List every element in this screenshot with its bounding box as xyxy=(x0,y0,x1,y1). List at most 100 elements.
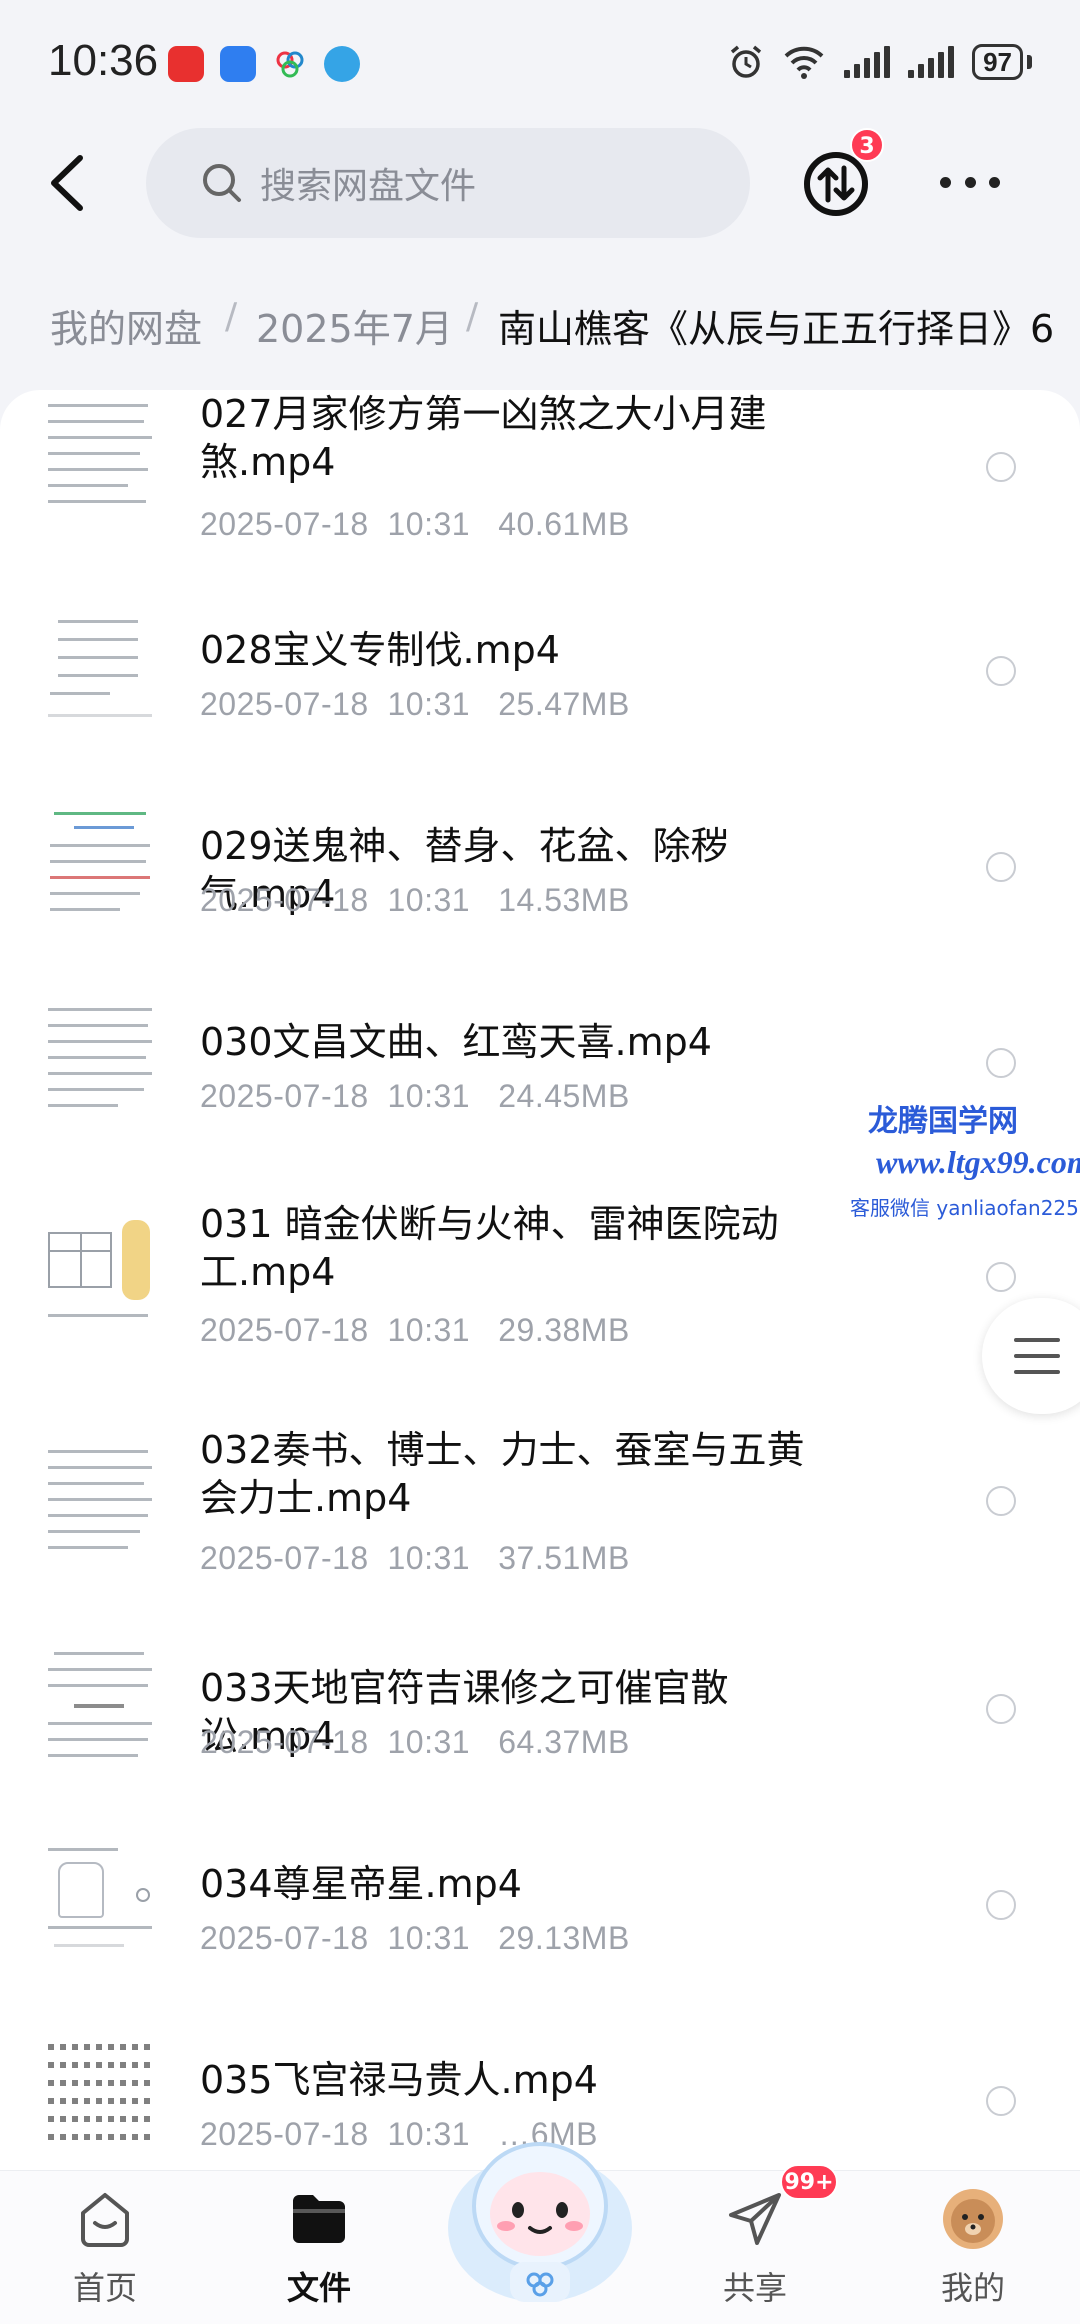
file-time: 10:31 xyxy=(387,506,471,542)
select-radio[interactable] xyxy=(986,656,1016,686)
transfer-badge: 3 xyxy=(850,128,884,162)
file-size: 29.38MB xyxy=(498,1312,630,1348)
more-dot-icon xyxy=(964,176,976,188)
file-name: 027月家修方第一凶煞之大小月建煞.mp4 xyxy=(200,392,767,484)
select-radio[interactable] xyxy=(986,852,1016,882)
app-icon-flower xyxy=(272,46,308,82)
file-size: 24.45MB xyxy=(498,1078,630,1114)
file-date: 2025-07-18 xyxy=(200,1540,369,1576)
file-date: 2025-07-18 xyxy=(200,2116,369,2152)
menu-line-icon xyxy=(1014,1338,1060,1342)
home-icon xyxy=(81,2193,129,2247)
file-name: 035飞宫禄马贵人.mp4 xyxy=(200,2058,598,2102)
more-dot-icon xyxy=(940,176,951,188)
file-size: 25.47MB xyxy=(498,686,630,722)
select-radio[interactable] xyxy=(986,1048,1016,1078)
file-date: 2025-07-18 xyxy=(200,506,369,542)
search-icon xyxy=(203,164,241,202)
signal-icon-2 xyxy=(908,46,955,78)
select-radio[interactable] xyxy=(986,1486,1016,1516)
file-size: 64.37MB xyxy=(498,1724,630,1760)
file-meta: 2025-07-18 10:31 29.13MB xyxy=(200,1920,630,1957)
battery-level: 97 xyxy=(972,44,1023,80)
file-time: 10:31 xyxy=(387,686,471,722)
select-radio[interactable] xyxy=(986,2086,1016,2116)
watermark-url: www.ltgx99.com xyxy=(876,1144,1080,1180)
file-thumbnail xyxy=(44,1216,156,1334)
more-options-button[interactable] xyxy=(940,170,1000,194)
file-date: 2025-07-18 xyxy=(200,1724,369,1760)
alarm-icon xyxy=(730,45,762,78)
file-thumbnail xyxy=(44,1840,156,1958)
status-time: 10:36 xyxy=(48,36,159,85)
tab-mine-label: 我的 xyxy=(940,2269,1005,2307)
watermark-title: 龙腾国学网 xyxy=(868,1104,1018,1139)
file-row[interactable]: 032奏书、博士、力士、蚕室与五黄会力士.mp4 2025-07-18 10:3… xyxy=(0,1422,1080,1612)
status-bar: 10:36 97 xyxy=(0,0,1080,120)
file-meta: 2025-07-18 10:31 64.37MB xyxy=(200,1724,630,1761)
search-input[interactable]: 搜索网盘文件 xyxy=(146,128,750,238)
file-thumbnail xyxy=(44,606,156,724)
signal-icon xyxy=(844,46,891,78)
select-radio[interactable] xyxy=(986,1694,1016,1724)
tab-share-label: 共享 xyxy=(722,2269,787,2307)
avatar-icon xyxy=(943,2189,1003,2249)
file-name: 032奏书、博士、力士、蚕室与五黄会力士.mp4 xyxy=(200,1428,805,1520)
select-radio[interactable] xyxy=(986,1890,1016,1920)
file-row[interactable]: 033天地官符吉课修之可催官散讼.mp4 2025-07-18 10:31 64… xyxy=(0,1644,1080,1794)
mascot-icon xyxy=(448,2142,632,2302)
file-name: 030文昌文曲、红鸾天喜.mp4 xyxy=(200,1020,712,1064)
huawei-store-icon xyxy=(168,46,204,82)
assistant-mascot-button[interactable] xyxy=(440,2110,640,2310)
file-date: 2025-07-18 xyxy=(200,1078,369,1114)
tab-files[interactable]: 文件 xyxy=(244,2171,394,2324)
file-name: 031 暗金伏断与火神、雷神医院动工.mp4 xyxy=(200,1202,779,1294)
file-thumbnail xyxy=(44,390,156,520)
breadcrumb-separator: / xyxy=(225,296,238,337)
share-badge: 99+ xyxy=(780,2164,838,2200)
watermark-service: 客服微信 yanliaofan225 xyxy=(850,1196,1079,1220)
file-size: 40.61MB xyxy=(498,506,630,542)
file-meta: 2025-07-18 10:31 14.53MB xyxy=(200,882,630,919)
file-time: 10:31 xyxy=(387,1078,471,1114)
file-row[interactable]: 027月家修方第一凶煞之大小月建煞.mp4 2025-07-18 10:31 4… xyxy=(0,390,1080,580)
file-name: 034尊星帝星.mp4 xyxy=(200,1862,522,1906)
app-icon-telegram xyxy=(324,46,360,82)
file-meta: 2025-07-18 10:31 37.51MB xyxy=(200,1540,630,1577)
file-row[interactable]: 029送鬼神、替身、花盆、除秽气.mp4 2025-07-18 10:31 14… xyxy=(0,802,1080,952)
file-list: 027月家修方第一凶煞之大小月建煞.mp4 2025-07-18 10:31 4… xyxy=(0,390,1080,2170)
folder-icon xyxy=(293,2195,345,2243)
menu-line-icon xyxy=(1014,1354,1060,1358)
wifi-icon xyxy=(784,46,824,79)
file-date: 2025-07-18 xyxy=(200,882,369,918)
file-meta: 2025-07-18 10:31 29.38MB xyxy=(200,1312,630,1349)
tab-mine[interactable]: 我的 xyxy=(898,2171,1048,2324)
file-name: 028宝义专制伐.mp4 xyxy=(200,628,560,672)
file-time: 10:31 xyxy=(387,1724,471,1760)
file-thumbnail xyxy=(44,1644,156,1762)
tab-home[interactable]: 首页 xyxy=(30,2171,180,2324)
status-indicators: 97 xyxy=(728,44,1032,80)
select-radio[interactable] xyxy=(986,1262,1016,1292)
breadcrumb-item-current: 南山樵客《从辰与正五行择日》6 xyxy=(498,307,1055,351)
file-thumbnail xyxy=(44,1442,156,1560)
top-toolbar: 搜索网盘文件 3 xyxy=(0,120,1080,250)
file-size: 37.51MB xyxy=(498,1540,630,1576)
file-date: 2025-07-18 xyxy=(200,1920,369,1956)
file-row[interactable]: 034尊星帝星.mp4 2025-07-18 10:31 29.13MB xyxy=(0,1840,1080,1990)
breadcrumb-item-month[interactable]: 2025年7月 xyxy=(256,298,453,353)
file-meta: 2025-07-18 10:31 25.47MB xyxy=(200,686,630,723)
back-button[interactable] xyxy=(40,150,100,216)
tab-home-label: 首页 xyxy=(72,2269,137,2307)
chevron-left-icon xyxy=(51,155,83,211)
breadcrumb-item-root[interactable]: 我的网盘 xyxy=(50,298,202,353)
file-date: 2025-07-18 xyxy=(200,686,369,722)
file-thumbnail xyxy=(44,2036,156,2154)
file-row[interactable]: 031 暗金伏断与火神、雷神医院动工.mp4 2025-07-18 10:31 … xyxy=(0,1194,1080,1384)
file-row[interactable]: 028宝义专制伐.mp4 2025-07-18 10:31 25.47MB xyxy=(0,606,1080,756)
file-date: 2025-07-18 xyxy=(200,1312,369,1348)
breadcrumb: 我的网盘 / 2025年7月 / 南山樵客《从辰与正五行择日》6 xyxy=(0,290,1080,360)
file-thumbnail xyxy=(44,998,156,1116)
select-radio[interactable] xyxy=(986,452,1016,482)
app-icon-blue xyxy=(220,46,256,82)
